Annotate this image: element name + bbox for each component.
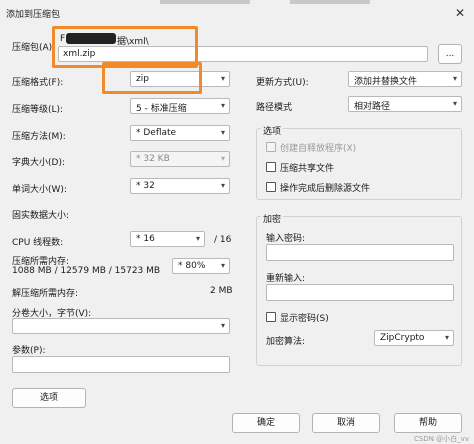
show-password-checkbox[interactable] [266,312,276,322]
threads-select[interactable]: * 16 ▾ [130,231,205,247]
encryption-method-value: ZipCrypto [380,333,425,343]
params-label: 参数(P): [12,346,46,356]
encryption-method-select[interactable]: ZipCrypto ▾ [374,330,454,346]
chevron-down-icon: ▾ [220,154,225,163]
chevron-down-icon: ▾ [452,99,457,108]
decomp-value: 2 MB [210,286,233,296]
pathmode-value: 相对路径 [354,102,391,112]
password-input[interactable] [266,244,454,261]
chevron-down-icon: ▾ [220,181,225,190]
chevron-down-icon: ▾ [220,101,225,110]
window-title: 添加到压缩包 [6,10,61,20]
background-window-strip-2 [290,0,370,4]
archive-label: 压缩包(A): [12,43,56,53]
word-value: * 32 [136,181,155,191]
background-window-strip [160,0,250,4]
pathmode-select[interactable]: 相对路径 ▾ [348,96,462,112]
delete-after-label: 操作完成后删除源文件 [280,184,371,194]
highlight-box-format [102,62,202,94]
memory-percent-select[interactable]: * 80% ▾ [172,258,230,274]
close-icon[interactable]: ✕ [452,5,468,21]
chevron-down-icon: ▾ [220,74,225,83]
memory-percent-value: * 80% [178,261,206,271]
browse-button[interactable]: ... [438,44,462,64]
update-select[interactable]: 添加并替换文件 ▾ [348,71,462,87]
threads-max: / 16 [214,235,232,245]
cancel-button[interactable]: 取消 [312,413,380,433]
dict-select: * 32 KB ▾ [130,151,230,167]
level-label: 压缩等级(L): [12,105,64,115]
reenter-label: 重新输入: [266,274,306,284]
delete-after-checkbox[interactable] [266,182,276,192]
dict-label: 字典大小(D): [12,158,65,168]
method-value: * Deflate [136,128,177,138]
format-label: 压缩格式(F): [12,78,64,88]
options-group-title: 选项 [261,124,284,137]
chevron-down-icon: ▾ [444,333,449,342]
decomp-label: 解压缩所需内存: [12,289,79,299]
watermark: CSDN @小白_vv [414,435,469,443]
chevron-down-icon: ▾ [220,321,225,330]
reenter-password-input[interactable] [266,284,454,301]
ok-button[interactable]: 确定 [232,413,300,433]
word-select[interactable]: * 32 ▾ [130,178,230,194]
word-label: 单词大小(W): [12,185,67,195]
shared-label: 压缩共享文件 [280,164,335,174]
title-bar [0,0,474,28]
memory-value: 1088 MB / 12579 MB / 15723 MB [12,266,161,276]
threads-value: * 16 [136,234,155,244]
chevron-down-icon: ▾ [195,234,200,243]
level-value: 5 - 标准压缩 [136,104,187,114]
split-select[interactable]: ▾ [12,318,230,334]
sfx-checkbox [266,142,276,152]
level-select[interactable]: 5 - 标准压缩 ▾ [130,98,230,114]
encryption-method-label: 加密算法: [266,337,306,347]
chevron-down-icon: ▾ [220,128,225,137]
update-label: 更新方式(U): [256,78,309,88]
encryption-group-title: 加密 [261,212,284,225]
help-button[interactable]: 帮助 [394,413,462,433]
update-value: 添加并替换文件 [354,77,418,87]
solid-label: 固实数据大小: [12,211,70,221]
chevron-down-icon: ▾ [452,74,457,83]
shared-checkbox[interactable] [266,162,276,172]
dict-value: * 32 KB [136,154,170,164]
params-input[interactable] [12,356,230,373]
options-button[interactable]: 选项 [12,388,86,408]
method-select[interactable]: * Deflate ▾ [130,125,230,141]
password-label: 输入密码: [266,234,306,244]
pathmode-label: 路径模式 [256,103,293,113]
threads-label: CPU 线程数: [12,238,64,248]
sfx-label: 创建自释放程序(X) [280,144,357,154]
method-label: 压缩方法(M): [12,132,66,142]
chevron-down-icon: ▾ [220,261,225,270]
show-password-label: 显示密码(S) [280,314,329,324]
